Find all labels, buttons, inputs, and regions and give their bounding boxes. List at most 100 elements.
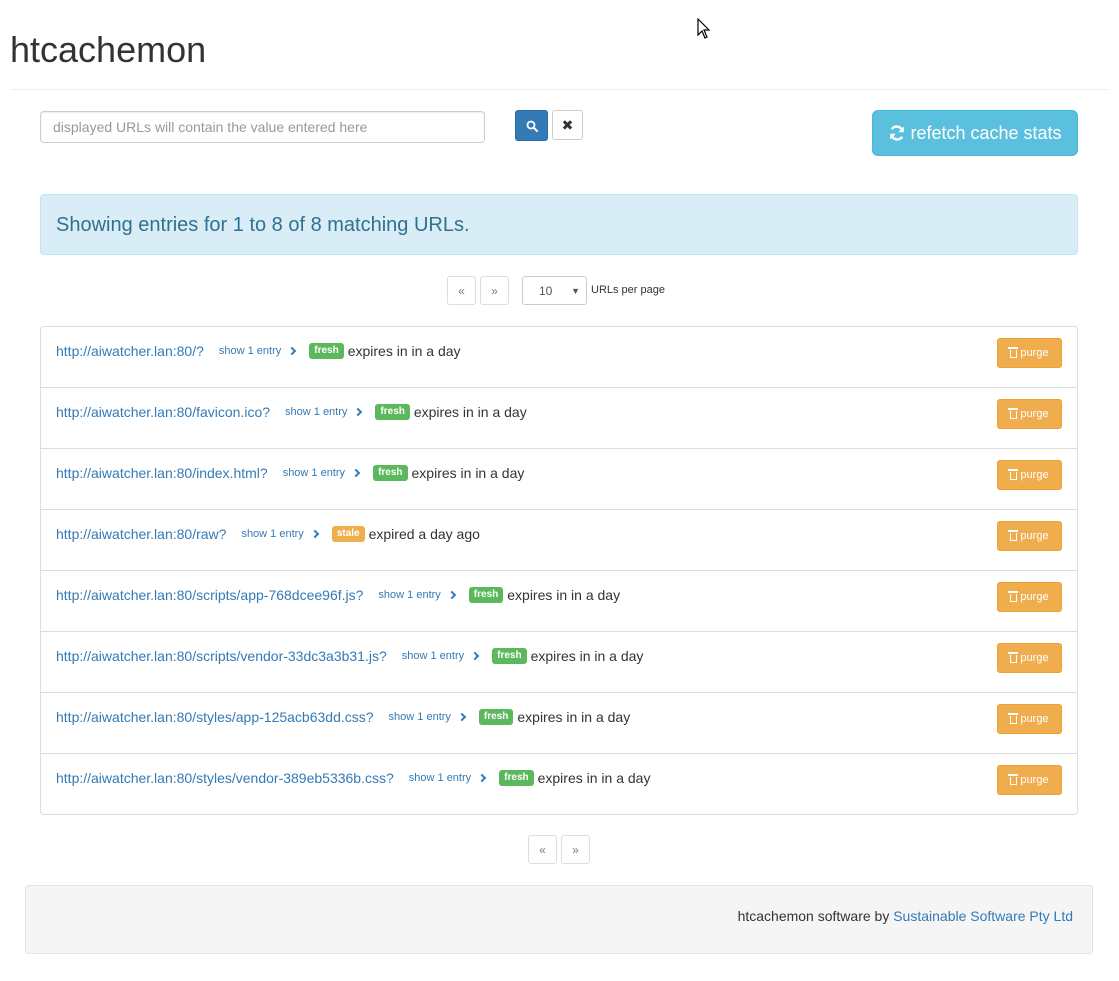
- pagination-next-button-bottom[interactable]: »: [561, 835, 590, 864]
- purge-label: purge: [1020, 591, 1049, 603]
- expiry-text: expires in in a day: [530, 648, 644, 664]
- show-entry-link[interactable]: show 1 entry: [285, 406, 363, 418]
- list-item: http://aiwatcher.lan:80/index.html? show…: [41, 449, 1077, 510]
- purge-label: purge: [1020, 469, 1049, 481]
- url-link[interactable]: http://aiwatcher.lan:80/raw?: [56, 526, 226, 542]
- page-title: htcachemon: [10, 29, 207, 70]
- list-item: http://aiwatcher.lan:80/raw? show 1 entr…: [41, 510, 1077, 571]
- purge-button[interactable]: purge: [997, 460, 1062, 490]
- expiry-text: expired a day ago: [368, 526, 480, 542]
- chevron-right-icon: [447, 590, 457, 600]
- status-badge: fresh: [499, 770, 534, 786]
- header-divider: [10, 89, 1108, 90]
- url-list: http://aiwatcher.lan:80/? show 1 entry f…: [40, 326, 1078, 815]
- chevron-right-icon: [457, 712, 467, 722]
- mouse-cursor-icon: [697, 18, 711, 39]
- per-page-value: 10: [539, 283, 553, 298]
- pagination-prev-button-top[interactable]: «: [447, 276, 476, 305]
- url-link[interactable]: http://aiwatcher.lan:80/styles/app-125ac…: [56, 709, 374, 725]
- chevron-right-icon: [310, 529, 320, 539]
- footer-credit: htcachemon software by Sustainable Softw…: [738, 908, 1073, 924]
- purge-button[interactable]: purge: [997, 643, 1062, 673]
- expiry-text: expires in in a day: [413, 404, 527, 420]
- show-entry-link[interactable]: show 1 entry: [218, 345, 297, 357]
- per-page-select[interactable]: 10 ▼: [522, 276, 587, 305]
- show-entry-label: show 1 entry: [282, 467, 346, 479]
- show-entry-label: show 1 entry: [218, 345, 282, 357]
- url-link[interactable]: http://aiwatcher.lan:80/styles/vendor-38…: [56, 770, 394, 786]
- status-badge: fresh: [309, 343, 344, 359]
- show-entry-label: show 1 entry: [241, 528, 304, 540]
- purge-button[interactable]: purge: [997, 765, 1062, 795]
- show-entry-link[interactable]: show 1 entry: [378, 589, 457, 601]
- status-badge: stale: [331, 526, 365, 542]
- status-badge: fresh: [373, 465, 408, 481]
- search-input[interactable]: [40, 111, 485, 143]
- url-link[interactable]: http://aiwatcher.lan:80/?: [56, 343, 204, 359]
- refetch-label: refetch cache stats: [910, 122, 1062, 143]
- trash-icon: [1008, 713, 1019, 724]
- search-icon: [526, 120, 538, 132]
- status-badge: fresh: [492, 648, 527, 664]
- pagination-prev-button-bottom[interactable]: «: [528, 835, 557, 864]
- chevron-right-icon: [288, 346, 297, 356]
- chevron-right-icon: [477, 773, 487, 783]
- show-entry-label: show 1 entry: [378, 589, 441, 601]
- show-entry-link[interactable]: show 1 entry: [401, 650, 480, 662]
- close-icon: ✖: [561, 116, 574, 133]
- per-page-label: URLs per page: [591, 284, 665, 296]
- footer-company-link[interactable]: Sustainable Software Pty Ltd: [893, 908, 1073, 924]
- results-summary-text: Showing entries for 1 to 8 of 8 matching…: [56, 214, 470, 236]
- purge-label: purge: [1020, 530, 1049, 542]
- chevron-right-icon: [470, 651, 480, 661]
- refresh-icon: [890, 125, 905, 141]
- expiry-text: expires in in a day: [537, 770, 651, 786]
- show-entry-link[interactable]: show 1 entry: [408, 772, 487, 784]
- purge-button[interactable]: purge: [997, 704, 1062, 734]
- list-item: http://aiwatcher.lan:80/? show 1 entry f…: [41, 327, 1077, 388]
- url-link[interactable]: http://aiwatcher.lan:80/index.html?: [56, 465, 268, 481]
- chevron-right-icon: [354, 407, 363, 417]
- trash-icon: [1008, 408, 1019, 419]
- trash-icon: [1008, 774, 1019, 785]
- show-entry-label: show 1 entry: [388, 711, 451, 723]
- show-entry-link[interactable]: show 1 entry: [388, 711, 467, 723]
- status-badge: fresh: [478, 709, 514, 725]
- list-item: http://aiwatcher.lan:80/scripts/vendor-3…: [41, 632, 1077, 693]
- search-button[interactable]: [515, 110, 548, 141]
- expiry-text: expires in in a day: [411, 465, 525, 481]
- trash-icon: [1008, 530, 1019, 541]
- show-entry-label: show 1 entry: [408, 772, 472, 784]
- url-link[interactable]: http://aiwatcher.lan:80/scripts/vendor-3…: [56, 648, 387, 664]
- expiry-text: expires in in a day: [517, 709, 631, 725]
- results-summary-alert: Showing entries for 1 to 8 of 8 matching…: [40, 194, 1078, 255]
- url-link[interactable]: http://aiwatcher.lan:80/favicon.ico?: [56, 404, 270, 420]
- show-entry-link[interactable]: show 1 entry: [282, 467, 361, 479]
- refetch-cache-stats-button[interactable]: refetch cache stats: [872, 110, 1078, 156]
- trash-icon: [1008, 652, 1019, 663]
- clear-search-button[interactable]: ✖: [552, 110, 583, 140]
- purge-button[interactable]: purge: [997, 399, 1062, 429]
- purge-button[interactable]: purge: [997, 338, 1062, 368]
- expiry-text: expires in in a day: [507, 587, 621, 603]
- purge-label: purge: [1020, 713, 1049, 725]
- list-item: http://aiwatcher.lan:80/favicon.ico? sho…: [41, 388, 1077, 449]
- show-entry-label: show 1 entry: [285, 406, 348, 418]
- purge-button[interactable]: purge: [997, 521, 1062, 551]
- chevron-right-icon: [351, 468, 361, 478]
- caret-down-icon: ▼: [571, 285, 580, 296]
- purge-label: purge: [1020, 408, 1049, 420]
- purge-label: purge: [1020, 774, 1049, 786]
- pagination-next-button-top[interactable]: »: [480, 276, 509, 305]
- trash-icon: [1008, 469, 1019, 480]
- footer: htcachemon software by Sustainable Softw…: [25, 885, 1093, 954]
- purge-label: purge: [1020, 652, 1049, 664]
- show-entry-link[interactable]: show 1 entry: [241, 528, 320, 540]
- url-link[interactable]: http://aiwatcher.lan:80/scripts/app-768d…: [56, 587, 363, 603]
- purge-button[interactable]: purge: [997, 582, 1062, 612]
- trash-icon: [1008, 591, 1019, 602]
- show-entry-label: show 1 entry: [401, 650, 465, 662]
- trash-icon: [1008, 347, 1019, 358]
- status-badge: fresh: [468, 587, 504, 603]
- purge-label: purge: [1020, 347, 1049, 359]
